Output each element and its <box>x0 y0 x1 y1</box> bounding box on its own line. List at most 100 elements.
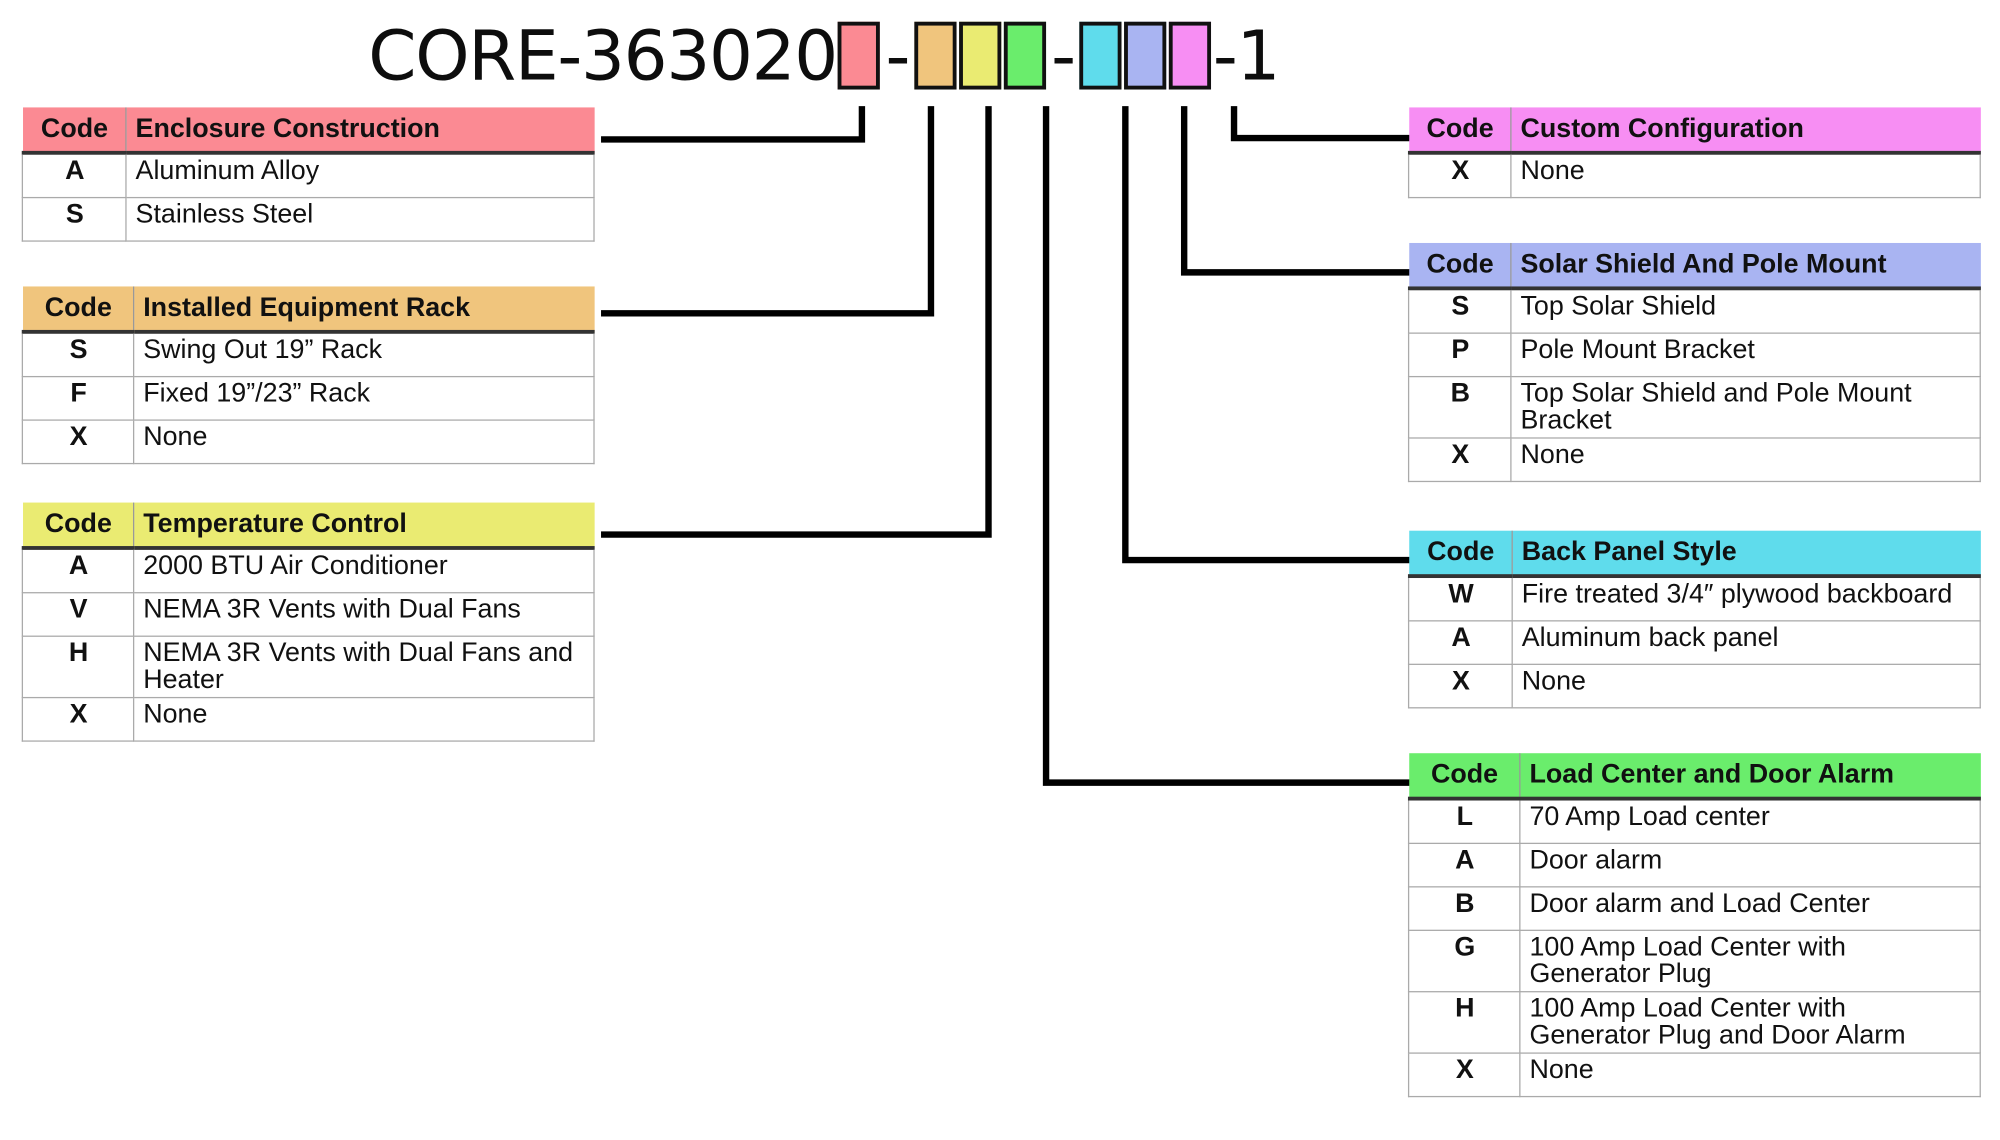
option-description: 100 Amp Load Center with Generator Plug … <box>1519 991 1981 1054</box>
part-number-dash: - <box>1051 14 1076 96</box>
option-code: S <box>1407 287 1512 334</box>
option-code: X <box>21 419 135 465</box>
table-row: A Aluminum Alloy <box>21 152 595 199</box>
option-description: Door alarm <box>1519 842 1981 888</box>
table-row: X None <box>21 419 595 465</box>
table-row: X None <box>1407 1052 1981 1098</box>
table-row: W Fire treated 3/4″ plywood backboard <box>1407 575 1981 622</box>
table-row: P Pole Mount Bracket <box>1407 332 1981 378</box>
table-custom: Code Custom Configuration X None <box>1407 107 1981 199</box>
option-code: A <box>21 547 135 594</box>
table-solar: Code Solar Shield And Pole Mount S Top Sola… <box>1407 242 1981 483</box>
option-description: None <box>1510 152 1981 199</box>
part-number-prefix: CORE-363020 <box>368 14 838 96</box>
table-row: A Aluminum back panel <box>1407 620 1981 665</box>
code-column-header: Code <box>1408 530 1513 578</box>
table-row: G 100 Amp Load Center with Generator Plug <box>1407 929 1981 993</box>
table-header-row: Code Custom Configuration <box>1408 107 1981 155</box>
table-title: Enclosure Construction <box>125 107 595 155</box>
code-column-header: Code <box>1408 107 1512 155</box>
table-row: X None <box>21 696 595 742</box>
table-title: Installed Equipment Rack <box>133 286 595 334</box>
connector-load <box>1042 106 1412 786</box>
option-description: 70 Amp Load center <box>1519 797 1981 845</box>
table-header-row: Code Solar Shield And Pole Mount <box>1408 242 1981 291</box>
option-code: X <box>21 696 135 742</box>
option-code: F <box>21 375 135 421</box>
option-description: None <box>1510 437 1981 483</box>
table-backpanel: Code Back Panel Style W Fire treated 3/4″ p… <box>1407 530 1981 709</box>
option-description: Swing Out 19” Rack <box>133 331 595 378</box>
part-number: CORE-363020 - - -1 <box>368 13 1281 97</box>
table-row: A 2000 BTU Air Conditioner <box>21 547 595 594</box>
table-title: Solar Shield And Pole Mount <box>1510 242 1981 291</box>
table-title: Custom Configuration <box>1510 107 1981 155</box>
table-row: S Stainless Steel <box>21 196 595 242</box>
table-rack: Code Installed Equipment Rack S Swing Out 1… <box>21 286 595 465</box>
table-title: Load Center and Door Alarm <box>1519 753 1981 801</box>
table-title: Temperature Control <box>133 502 595 550</box>
table-row: X None <box>1407 437 1981 483</box>
slot-backpanel <box>1079 21 1123 89</box>
code-column-header: Code <box>1408 753 1521 801</box>
option-code: X <box>1407 152 1512 199</box>
option-description: Fixed 19”/23” Rack <box>133 375 595 421</box>
option-code: H <box>21 635 135 699</box>
table-header-row: Code Temperature Control <box>22 502 595 550</box>
option-code: G <box>1407 929 1521 993</box>
table-row: H NEMA 3R Vents with Dual Fans and Heater <box>21 635 595 699</box>
table-row: V NEMA 3R Vents with Dual Fans <box>21 592 595 637</box>
option-code: X <box>1407 1052 1521 1098</box>
table-title: Back Panel Style <box>1512 530 1981 578</box>
table-row: X None <box>1407 663 1981 709</box>
connector-enclosure <box>601 106 866 143</box>
slot-rack <box>914 21 957 89</box>
code-column-header: Code <box>22 107 127 155</box>
option-code: S <box>21 196 127 242</box>
slot-custom <box>1169 21 1212 89</box>
option-description: 100 Amp Load Center with Generator Plug <box>1519 929 1981 993</box>
option-description: None <box>133 696 595 742</box>
option-code: A <box>1407 620 1513 665</box>
option-description: Aluminum Alloy <box>125 152 595 199</box>
table-row: S Top Solar Shield <box>1407 287 1981 334</box>
option-code: X <box>1407 437 1512 483</box>
option-description: Door alarm and Load Center <box>1519 886 1981 931</box>
option-code: X <box>1407 663 1513 709</box>
connector-solar <box>1180 106 1412 276</box>
table-row: S Swing Out 19” Rack <box>21 331 595 378</box>
option-description: Fire treated 3/4″ plywood backboard <box>1512 575 1981 622</box>
table-header-row: Code Back Panel Style <box>1408 530 1981 578</box>
code-column-header: Code <box>1408 242 1512 291</box>
table-row: H 100 Amp Load Center with Generator Plug… <box>1407 991 1981 1054</box>
table-header-row: Code Enclosure Construction <box>22 107 595 155</box>
table-row: A Door alarm <box>1407 842 1981 888</box>
table-temp: Code Temperature Control A 2000 BTU Air Con… <box>21 502 595 742</box>
option-code: W <box>1407 575 1513 622</box>
table-row: B Door alarm and Load Center <box>1407 886 1981 931</box>
option-code: H <box>1407 991 1521 1054</box>
option-description: NEMA 3R Vents with Dual Fans <box>133 592 595 637</box>
option-code: L <box>1407 797 1521 845</box>
option-description: None <box>1512 663 1981 709</box>
connector-backpanel <box>1122 106 1412 564</box>
slot-load <box>1003 21 1047 89</box>
option-code: V <box>21 592 135 637</box>
slot-solar <box>1124 21 1167 89</box>
option-description: Top Solar Shield and Pole Mount Bracket <box>1510 375 1981 439</box>
table-row: B Top Solar Shield and Pole Mount Bracket <box>1407 375 1981 439</box>
option-code: A <box>21 152 127 199</box>
connector-custom <box>1230 106 1412 142</box>
part-number-suffix: -1 <box>1212 14 1281 96</box>
option-description: Aluminum back panel <box>1512 620 1981 665</box>
option-code: A <box>1407 842 1521 888</box>
option-code: B <box>1407 886 1521 931</box>
code-column-header: Code <box>22 502 135 550</box>
table-row: X None <box>1407 152 1981 199</box>
option-description: Top Solar Shield <box>1510 287 1981 334</box>
table-header-row: Code Load Center and Door Alarm <box>1408 753 1981 801</box>
option-code: B <box>1407 375 1512 439</box>
table-header-row: Code Installed Equipment Rack <box>22 286 595 334</box>
option-description: 2000 BTU Air Conditioner <box>133 547 595 594</box>
option-code: S <box>21 331 135 378</box>
